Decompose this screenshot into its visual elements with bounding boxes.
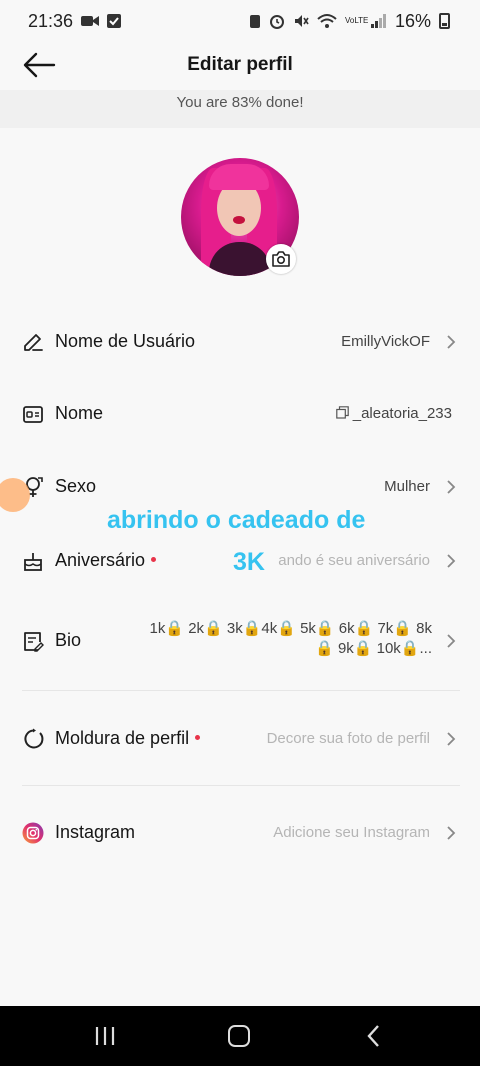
alarm-icon xyxy=(269,15,284,29)
chevron-right-icon xyxy=(447,335,456,349)
row-profile-frame-label: Moldura de perfil xyxy=(55,728,201,749)
note-edit-icon xyxy=(24,632,44,652)
row-gender[interactable]: Sexo Mulher xyxy=(0,465,480,509)
alarm-clip-icon xyxy=(249,15,260,28)
row-username-value: EmillyVickOF xyxy=(341,333,430,350)
bio-line-2: 🔒 9k🔒 10k🔒... xyxy=(315,640,432,657)
row-profile-frame[interactable]: Moldura de perfil Decore sua foto de per… xyxy=(0,717,480,761)
divider xyxy=(22,690,460,691)
new-indicator-dot xyxy=(151,556,157,562)
pencil-icon xyxy=(24,334,43,351)
status-bar: 21:36 VoLTE 16% xyxy=(0,0,480,42)
row-name-value: _aleatoria_233 xyxy=(352,405,452,422)
chevron-right-icon xyxy=(447,480,456,494)
cake-icon xyxy=(24,553,42,571)
battery-icon xyxy=(439,13,450,29)
row-profile-frame-value: Decore sua foto de perfil xyxy=(266,730,430,747)
id-card-icon xyxy=(23,406,43,423)
divider xyxy=(22,785,460,786)
bio-line-1: 1k🔒 2k🔒 3k🔒4k🔒 5k🔒 6k🔒 7k🔒 8k xyxy=(149,620,432,637)
overlay-caption-line1: abrindo o cadeado de xyxy=(107,506,366,534)
change-photo-button[interactable] xyxy=(266,244,296,274)
row-username-label: Nome de Usuário xyxy=(55,331,196,351)
home-icon[interactable] xyxy=(228,1025,250,1047)
network-type: VoLTE xyxy=(344,16,369,25)
chevron-right-icon xyxy=(447,732,456,746)
signal-icon xyxy=(370,14,386,28)
header: Editar perfil xyxy=(0,42,480,90)
video-camera-icon xyxy=(81,16,100,26)
avatar-hair-top xyxy=(209,164,269,190)
instagram-icon xyxy=(22,822,44,844)
recent-apps-icon[interactable] xyxy=(94,1026,116,1046)
row-gender-label: Sexo xyxy=(55,476,97,496)
row-name[interactable]: Nome _aleatoria_233 xyxy=(0,392,480,436)
row-name-label: Nome xyxy=(55,403,104,423)
battery-percent: 16% xyxy=(394,10,431,31)
page-title: Editar perfil xyxy=(187,54,293,75)
wifi-icon xyxy=(317,14,337,28)
mute-icon xyxy=(294,15,309,27)
chevron-right-icon xyxy=(447,826,456,840)
row-bio[interactable]: Bio 1k🔒 2k🔒 3k🔒4k🔒 5k🔒 6k🔒 7k🔒 8k 🔒 9k🔒 … xyxy=(0,619,480,663)
avatar-lips xyxy=(233,216,245,224)
row-instagram-value: Adicione seu Instagram xyxy=(273,824,430,841)
new-indicator-dot xyxy=(195,734,201,740)
row-name-value-wrap: _aleatoria_233 xyxy=(335,405,452,422)
chevron-right-icon xyxy=(447,634,456,648)
row-gender-value: Mulher xyxy=(384,478,430,495)
row-bio-label: Bio xyxy=(55,630,82,650)
nav-back-icon[interactable] xyxy=(366,1024,382,1048)
chevron-right-icon xyxy=(447,554,456,568)
row-username[interactable]: Nome de Usuário EmillyVickOF xyxy=(0,320,480,364)
row-birthday-value: ando é seu aniversário xyxy=(278,552,430,569)
frame-icon xyxy=(24,728,44,749)
copy-icon[interactable] xyxy=(335,406,349,419)
row-bio-value: 1k🔒 2k🔒 3k🔒4k🔒 5k🔒 6k🔒 7k🔒 8k 🔒 9k🔒 10k🔒… xyxy=(132,619,432,659)
status-time: 21:36 xyxy=(28,10,74,31)
system-nav-bar xyxy=(0,1006,480,1066)
camera-icon xyxy=(272,251,290,267)
row-birthday-label: Aniversário xyxy=(55,550,157,571)
row-instagram[interactable]: Instagram Adicione seu Instagram xyxy=(0,811,480,855)
checkbox-notification-icon xyxy=(107,14,122,28)
row-instagram-label: Instagram xyxy=(55,822,136,842)
overlay-caption-line2: 3K xyxy=(233,548,265,576)
profile-completion-banner: You are 83% done! xyxy=(0,90,480,128)
